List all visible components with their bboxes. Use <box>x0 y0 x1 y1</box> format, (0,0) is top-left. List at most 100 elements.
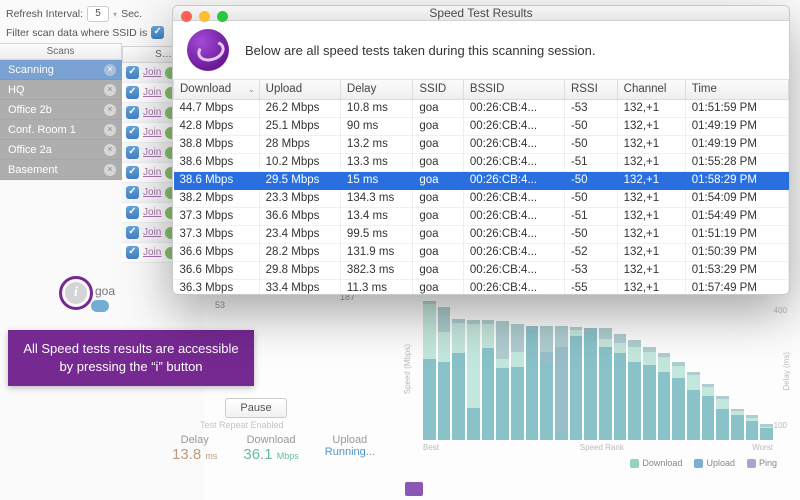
chart-y-left-label: Speed (Mbps) <box>403 344 412 394</box>
join-link[interactable]: Join <box>143 107 161 118</box>
chart-bar <box>511 324 524 440</box>
chart-y-right-label: Delay (ms) <box>782 352 791 391</box>
window-titlebar[interactable]: Speed Test Results <box>173 6 789 21</box>
enabled-checkbox[interactable] <box>126 246 139 259</box>
col-ssid[interactable]: SSID <box>413 80 464 99</box>
table-row[interactable]: 38.6 Mbps29.5 Mbps15 msgoa00:26:CB:4...-… <box>174 171 789 189</box>
chart-bar <box>540 326 553 440</box>
col-delay[interactable]: Delay <box>340 80 412 99</box>
chart-bar <box>570 327 583 440</box>
chart-bar <box>702 384 715 440</box>
close-icon[interactable]: × <box>104 124 116 136</box>
enabled-checkbox[interactable] <box>126 86 139 99</box>
scan-row[interactable]: Conf. Room 1× <box>0 120 122 140</box>
results-table[interactable]: Download⌄UploadDelaySSIDBSSIDRSSIChannel… <box>173 79 789 295</box>
chart-bar <box>628 340 641 440</box>
scan-row[interactable]: Office 2b× <box>0 100 122 120</box>
minimize-icon[interactable] <box>199 11 210 22</box>
chart-bar <box>672 362 685 440</box>
pause-button[interactable] <box>225 398 287 418</box>
close-icon[interactable]: × <box>104 164 116 176</box>
table-row[interactable]: 37.3 Mbps23.4 Mbps99.5 msgoa00:26:CB:4..… <box>174 225 789 243</box>
chart-bar <box>643 347 656 440</box>
col-download[interactable]: Download⌄ <box>174 80 260 99</box>
scan-row[interactable]: Scanning× <box>0 60 122 80</box>
test-repeat-label: Test Repeat Enabled <box>200 420 284 430</box>
chart-x-label: Speed Rank <box>580 443 624 452</box>
enabled-checkbox[interactable] <box>126 66 139 79</box>
col-channel[interactable]: Channel <box>617 80 685 99</box>
join-link[interactable]: Join <box>143 227 161 238</box>
ssid-label: goa <box>95 284 115 298</box>
refresh-sec: Sec. <box>121 8 142 20</box>
col-upload[interactable]: Upload <box>259 80 340 99</box>
scan-list-header: Scans <box>0 43 122 60</box>
close-icon[interactable]: × <box>104 144 116 156</box>
join-link[interactable]: Join <box>143 207 161 218</box>
chart-bar <box>526 326 539 440</box>
tutorial-annotation: All Speed tests results are accessible b… <box>8 330 254 386</box>
scan-list: Scans Scanning×HQ×Office 2b×Conf. Room 1… <box>0 43 122 180</box>
intro-text: Below are all speed tests taken during t… <box>245 43 595 58</box>
table-row[interactable]: 44.7 Mbps26.2 Mbps10.8 msgoa00:26:CB:4..… <box>174 99 789 117</box>
chart-bar <box>599 328 612 440</box>
enabled-checkbox[interactable] <box>126 126 139 139</box>
chart-x-best: Best <box>423 443 439 452</box>
table-row[interactable]: 42.8 Mbps25.1 Mbps90 msgoa00:26:CB:4...-… <box>174 117 789 135</box>
close-icon[interactable]: × <box>104 84 116 96</box>
live-results: Delay13.8 ms Download36.1 Mbps UploadRun… <box>172 434 375 463</box>
chart-bar <box>438 307 451 440</box>
scan-row[interactable]: HQ× <box>0 80 122 100</box>
join-link[interactable]: Join <box>143 147 161 158</box>
enabled-checkbox[interactable] <box>126 186 139 199</box>
close-icon[interactable] <box>181 11 192 22</box>
speed-rank-chart: Speed (Mbps) Delay (ms) <box>405 300 785 468</box>
chart-bar <box>555 326 568 440</box>
table-row[interactable]: 36.6 Mbps29.8 Mbps382.3 msgoa00:26:CB:4.… <box>174 261 789 279</box>
chart-bar <box>584 328 597 440</box>
join-link[interactable]: Join <box>143 167 161 178</box>
table-row[interactable]: 36.3 Mbps33.4 Mbps11.3 msgoa00:26:CB:4..… <box>174 279 789 295</box>
sort-desc-icon: ⌄ <box>248 85 255 94</box>
enabled-checkbox[interactable] <box>126 146 139 159</box>
enabled-checkbox[interactable] <box>126 166 139 179</box>
table-row[interactable]: 38.8 Mbps28 Mbps13.2 msgoa00:26:CB:4...-… <box>174 135 789 153</box>
join-link[interactable]: Join <box>143 187 161 198</box>
chart-bar <box>496 321 509 440</box>
cloud-icon <box>91 300 109 312</box>
scan-row[interactable]: Office 2a× <box>0 140 122 160</box>
chart-bar <box>746 415 759 440</box>
refresh-value: 5 <box>87 6 109 22</box>
enabled-checkbox[interactable] <box>126 106 139 119</box>
zoom-icon[interactable] <box>217 11 228 22</box>
close-icon[interactable]: × <box>104 104 116 116</box>
filter-checkbox <box>151 26 164 39</box>
chart-bar <box>687 372 700 440</box>
chart-bar <box>482 320 495 440</box>
table-row[interactable]: 36.6 Mbps28.2 Mbps131.9 msgoa00:26:CB:4.… <box>174 243 789 261</box>
table-row[interactable]: 37.3 Mbps36.6 Mbps13.4 msgoa00:26:CB:4..… <box>174 207 789 225</box>
brand-icon <box>405 482 423 496</box>
chart-bar <box>467 320 480 440</box>
chart-x-worst: Worst <box>752 443 773 452</box>
app-logo-icon <box>187 29 229 71</box>
chart-bar <box>760 424 773 440</box>
join-link[interactable]: Join <box>143 87 161 98</box>
info-button[interactable] <box>59 276 93 310</box>
table-row[interactable]: 38.6 Mbps10.2 Mbps13.3 msgoa00:26:CB:4..… <box>174 153 789 171</box>
window-title: Speed Test Results <box>173 6 789 20</box>
enabled-checkbox[interactable] <box>126 226 139 239</box>
join-link[interactable]: Join <box>143 247 161 258</box>
col-bssid[interactable]: BSSID <box>463 80 564 99</box>
join-link[interactable]: Join <box>143 67 161 78</box>
col-rssi[interactable]: RSSI <box>564 80 617 99</box>
enabled-checkbox[interactable] <box>126 206 139 219</box>
refresh-label: Refresh Interval: <box>6 8 83 20</box>
chart-bar <box>716 396 729 440</box>
table-row[interactable]: 38.2 Mbps23.3 Mbps134.3 msgoa00:26:CB:4.… <box>174 189 789 207</box>
col-time[interactable]: Time <box>685 80 788 99</box>
chart-bar <box>658 353 671 440</box>
scan-row[interactable]: Basement× <box>0 160 122 180</box>
close-icon[interactable]: × <box>104 64 116 76</box>
join-link[interactable]: Join <box>143 127 161 138</box>
